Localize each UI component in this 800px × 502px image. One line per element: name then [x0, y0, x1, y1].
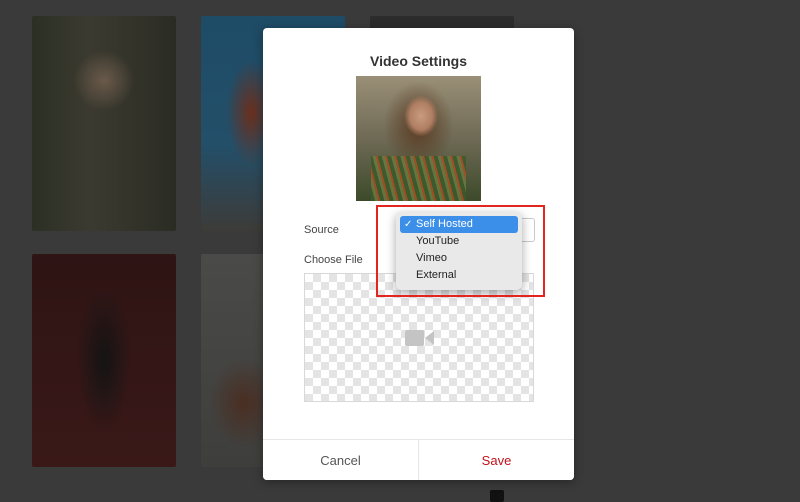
file-dropzone[interactable] [304, 273, 534, 402]
option-label: Vimeo [416, 252, 447, 264]
save-button[interactable]: Save [419, 440, 574, 480]
source-dropdown-menu: ✓ Self Hosted YouTube Vimeo External [396, 212, 522, 290]
page-marker [490, 490, 504, 502]
dialog-footer: Cancel Save [263, 439, 574, 480]
cancel-button[interactable]: Cancel [263, 440, 419, 480]
option-label: Self Hosted [416, 218, 473, 230]
video-thumbnail[interactable] [356, 76, 481, 201]
dropdown-option-youtube[interactable]: YouTube [400, 233, 518, 250]
dropdown-option-self-hosted[interactable]: ✓ Self Hosted [400, 216, 518, 233]
option-label: External [416, 269, 457, 281]
dialog-title: Video Settings [370, 53, 467, 69]
checkmark-icon: ✓ [404, 219, 413, 230]
source-label: Source [304, 224, 339, 236]
dropdown-option-vimeo[interactable]: Vimeo [400, 250, 518, 267]
gallery-image-4 [32, 254, 176, 467]
video-camera-icon [405, 330, 434, 346]
dropdown-option-external[interactable]: External [400, 267, 518, 284]
gallery-image-1 [32, 16, 176, 231]
option-label: YouTube [416, 235, 460, 247]
choose-file-label: Choose File [304, 254, 363, 266]
